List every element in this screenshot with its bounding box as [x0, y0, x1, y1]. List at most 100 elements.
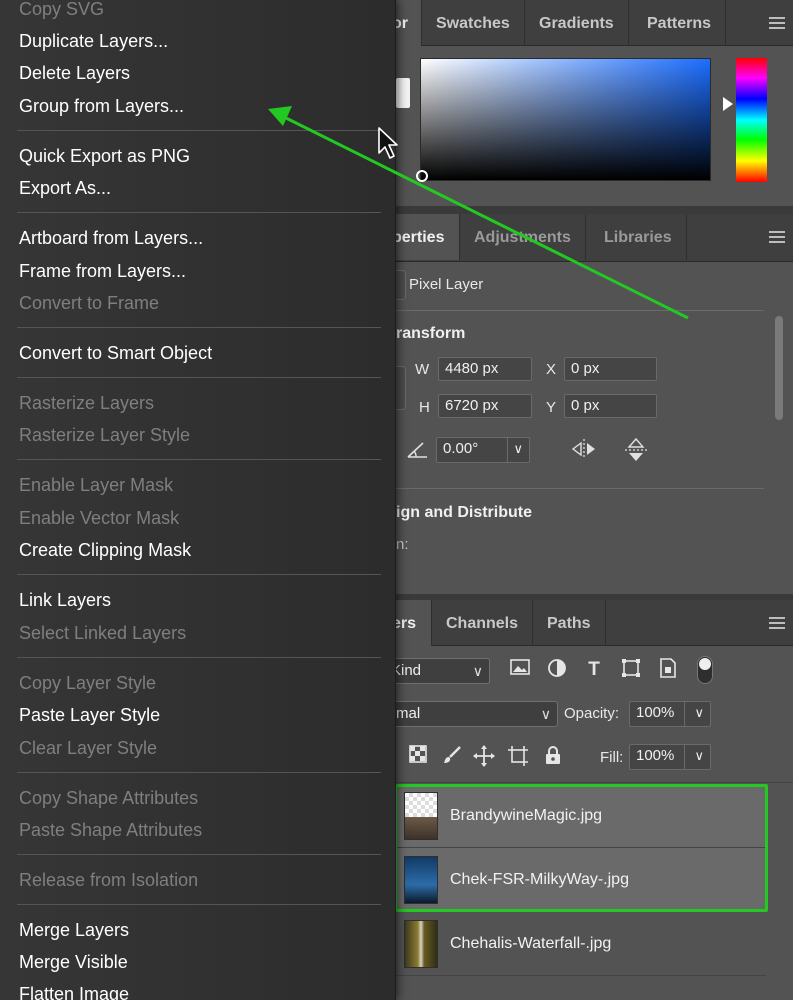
menu-separator [17, 327, 381, 328]
menu-separator [17, 574, 381, 575]
x-label: X [546, 361, 557, 378]
tab-layers[interactable]: ers [392, 600, 432, 646]
chevron-down-icon[interactable]: ∨ [694, 702, 704, 724]
layer-row[interactable]: Chehalis-Waterfall-.jpg [394, 912, 766, 976]
field-divider [507, 438, 508, 462]
menu-separator [17, 130, 381, 131]
menu-separator [17, 772, 381, 773]
menu-separator [17, 377, 381, 378]
thumbnail-image [405, 921, 437, 967]
color-panel-menu-icon[interactable] [769, 17, 785, 29]
menu-item-paste-layer-style[interactable]: Paste Layer Style [19, 704, 160, 726]
tab-adjustments[interactable]: Adjustments [460, 214, 586, 260]
menu-separator [17, 854, 381, 855]
color-panel-tabbar: or Swatches Gradients Patterns [392, 0, 793, 46]
chevron-down-icon: ∨ [472, 663, 483, 679]
menu-item-merge-visible[interactable]: Merge Visible [19, 951, 128, 973]
tab-libraries[interactable]: Libraries [590, 214, 687, 260]
hue-slider[interactable] [736, 58, 767, 182]
menu-separator [17, 212, 381, 213]
menu-item-quick-export-png[interactable]: Quick Export as PNG [19, 145, 190, 167]
lock-artboard-icon[interactable] [506, 745, 530, 769]
opacity-label: Opacity: [564, 705, 620, 722]
lock-position-move-icon[interactable] [472, 745, 496, 769]
menu-item-convert-to-smart-object[interactable]: Convert to Smart Object [19, 342, 212, 364]
menu-item-paste-shape-attributes: Paste Shape Attributes [19, 820, 203, 840]
color-picker-field[interactable] [420, 58, 711, 181]
angle-value: 0.00° [443, 440, 479, 457]
y-field[interactable]: 0 px [564, 394, 657, 418]
filter-type-icon[interactable]: T [582, 658, 606, 682]
properties-scrollbar[interactable] [775, 316, 783, 420]
transform-heading: ransform [396, 325, 466, 342]
menu-item-flatten-image[interactable]: Flatten Image [19, 983, 129, 1000]
filter-smart-object-icon[interactable] [656, 658, 680, 682]
layer-context-menu: Copy SVG Duplicate Layers... Delete Laye… [0, 0, 396, 1000]
filter-kind-select[interactable]: Kind ∨ [386, 658, 490, 684]
color-picker-marker[interactable] [416, 170, 428, 182]
fill-field[interactable]: 100% ∨ [629, 744, 711, 770]
angle-icon [407, 442, 427, 458]
tab-properties[interactable]: perties [392, 214, 460, 260]
layer-thumbnail [404, 920, 438, 968]
tab-color[interactable]: or [392, 0, 422, 46]
menu-item-duplicate-layers[interactable]: Duplicate Layers... [19, 30, 168, 52]
properties-panel-menu-icon[interactable] [769, 231, 785, 243]
layers-panel-tabbar: ers Channels Paths [392, 600, 793, 646]
opacity-value: 100% [636, 704, 675, 721]
width-field[interactable]: 4480 px [438, 357, 532, 381]
layers-panel-menu-icon[interactable] [769, 617, 785, 629]
menu-item-select-linked-layers: Select Linked Layers [19, 623, 187, 643]
menu-item-group-from-layers[interactable]: Group from Layers... [19, 95, 184, 117]
menu-item-convert-to-frame: Convert to Frame [19, 293, 160, 313]
flip-vertical-icon[interactable] [624, 436, 648, 464]
hue-slider-arrow-icon[interactable] [723, 97, 733, 111]
tab-paths[interactable]: Paths [533, 600, 606, 646]
field-divider [684, 745, 685, 769]
fill-value: 100% [636, 747, 675, 764]
chevron-down-icon[interactable]: ∨ [513, 438, 523, 460]
opacity-field[interactable]: 100% ∨ [629, 701, 711, 727]
menu-item-artboard-from-layers[interactable]: Artboard from Layers... [19, 227, 203, 249]
menu-item-merge-layers[interactable]: Merge Layers [19, 919, 129, 941]
width-label: W [415, 361, 430, 378]
menu-item-create-clipping-mask[interactable]: Create Clipping Mask [19, 539, 191, 561]
foreground-swatch[interactable] [396, 78, 410, 108]
properties-panel-tabbar: perties Adjustments Libraries [392, 214, 793, 262]
y-label: Y [546, 399, 557, 416]
tab-gradients[interactable]: Gradients [525, 0, 629, 46]
divider [392, 488, 764, 489]
chevron-down-icon[interactable]: ∨ [694, 745, 704, 767]
tab-swatches[interactable]: Swatches [422, 0, 525, 46]
menu-item-copy-svg: Copy SVG [19, 0, 105, 19]
lock-pixels-brush-icon[interactable] [440, 745, 464, 769]
menu-item-frame-from-layers[interactable]: Frame from Layers... [19, 260, 186, 282]
height-label: H [419, 399, 430, 416]
selection-highlight-box [394, 784, 768, 912]
align-distribute-heading: ign and Distribute [396, 504, 532, 521]
menu-item-clear-layer-style: Clear Layer Style [19, 738, 158, 758]
tab-channels[interactable]: Channels [432, 600, 534, 646]
filter-pixel-icon[interactable] [508, 658, 532, 682]
filter-toggle[interactable] [697, 656, 713, 684]
blend-mode-select[interactable]: rmal ∨ [386, 701, 558, 727]
menu-item-link-layers[interactable]: Link Layers [19, 589, 111, 611]
lock-transparency-icon[interactable] [406, 745, 430, 769]
angle-field[interactable]: 0.00° ∨ [436, 437, 530, 463]
menu-item-export-as[interactable]: Export As... [19, 177, 111, 199]
menu-item-rasterize-layers: Rasterize Layers [19, 393, 155, 413]
layer-name[interactable]: Chehalis-Waterfall-.jpg [450, 912, 611, 976]
menu-separator [17, 904, 381, 905]
lock-all-icon[interactable] [541, 745, 565, 769]
color-panel [392, 46, 793, 210]
tab-patterns[interactable]: Patterns [633, 0, 727, 46]
flip-horizontal-icon[interactable] [570, 438, 598, 460]
divider [392, 310, 764, 311]
menu-item-copy-shape-attributes: Copy Shape Attributes [19, 788, 199, 808]
menu-item-delete-layers[interactable]: Delete Layers [19, 62, 130, 84]
filter-shape-icon[interactable] [619, 658, 643, 682]
height-field[interactable]: 6720 px [438, 394, 532, 418]
chevron-down-icon: ∨ [540, 706, 551, 722]
x-field[interactable]: 0 px [564, 357, 657, 381]
filter-adjustment-icon[interactable] [545, 658, 569, 682]
